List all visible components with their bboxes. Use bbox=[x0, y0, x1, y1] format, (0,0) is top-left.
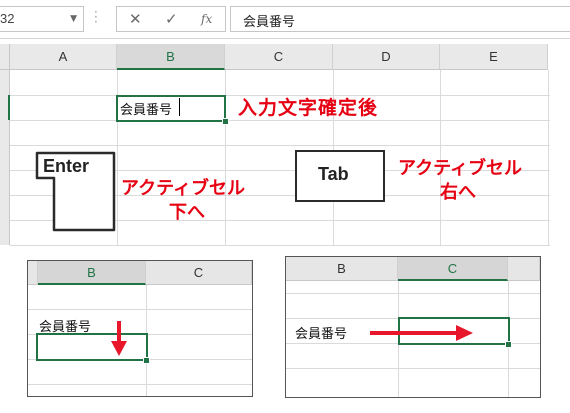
insert-function-icon[interactable]: fx bbox=[201, 12, 212, 26]
formula-bar: 32 ▼ · · · ✕ ✓ fx 会員番号 bbox=[0, 0, 570, 39]
tab-result-line1: アクティブセル bbox=[398, 158, 523, 179]
column-header-a[interactable]: A bbox=[10, 44, 117, 70]
tab-key-label: Tab bbox=[318, 164, 349, 184]
gridline bbox=[286, 293, 540, 294]
cell-value: 会員番号 bbox=[295, 327, 348, 342]
cancel-icon[interactable]: ✕ bbox=[129, 10, 142, 28]
column-header-next[interactable] bbox=[508, 257, 540, 281]
panel-corner bbox=[28, 261, 38, 285]
drag-handle-icon[interactable]: · · · bbox=[94, 6, 98, 28]
panel-enter-result: B C 会員番号 bbox=[27, 260, 253, 397]
formula-buttons: ✕ ✓ fx bbox=[116, 6, 226, 32]
formula-input-value: 会員番号 bbox=[243, 15, 296, 30]
column-header-b[interactable]: B bbox=[286, 257, 398, 281]
column-header-c[interactable]: C bbox=[398, 257, 508, 281]
text-cursor bbox=[179, 98, 180, 116]
arrow-right-icon bbox=[370, 325, 473, 341]
active-row-marker bbox=[8, 95, 10, 120]
gridline bbox=[28, 309, 252, 310]
enter-result-line2: 下へ bbox=[169, 202, 205, 223]
panel-tab-result: B C 会員番号 bbox=[285, 256, 541, 398]
gridline bbox=[28, 384, 252, 385]
active-cell-b[interactable] bbox=[36, 333, 148, 361]
gridline bbox=[286, 368, 540, 369]
column-header-b[interactable]: B bbox=[38, 261, 146, 285]
gridline bbox=[10, 145, 550, 146]
select-all-corner[interactable] bbox=[0, 44, 10, 70]
tab-result-line2: 右へ bbox=[440, 182, 476, 203]
name-box-value: 32 bbox=[0, 11, 15, 26]
gridline bbox=[10, 120, 550, 121]
fill-handle[interactable] bbox=[222, 118, 229, 125]
column-header-d[interactable]: D bbox=[333, 44, 440, 70]
column-header-c[interactable]: C bbox=[146, 261, 252, 285]
fill-handle[interactable] bbox=[143, 357, 150, 364]
column-header-c[interactable]: C bbox=[225, 44, 333, 70]
enter-result-line1: アクティブセル bbox=[121, 178, 246, 199]
enter-check-icon[interactable]: ✓ bbox=[165, 10, 178, 28]
annotation-title: 入力文字確定後 bbox=[238, 97, 379, 119]
fill-handle[interactable] bbox=[505, 341, 512, 348]
formula-input[interactable]: 会員番号 bbox=[230, 6, 570, 32]
enter-key-label: Enter bbox=[43, 156, 90, 176]
gridline bbox=[548, 70, 549, 245]
column-header-b[interactable]: B bbox=[117, 44, 225, 70]
gridline bbox=[10, 245, 550, 246]
column-header-e[interactable]: E bbox=[440, 44, 548, 70]
cell-value: 会員番号 bbox=[120, 103, 173, 118]
arrow-down-icon bbox=[111, 321, 127, 356]
name-box[interactable]: 32 ▼ bbox=[0, 6, 84, 32]
chevron-down-icon[interactable]: ▼ bbox=[70, 14, 77, 24]
